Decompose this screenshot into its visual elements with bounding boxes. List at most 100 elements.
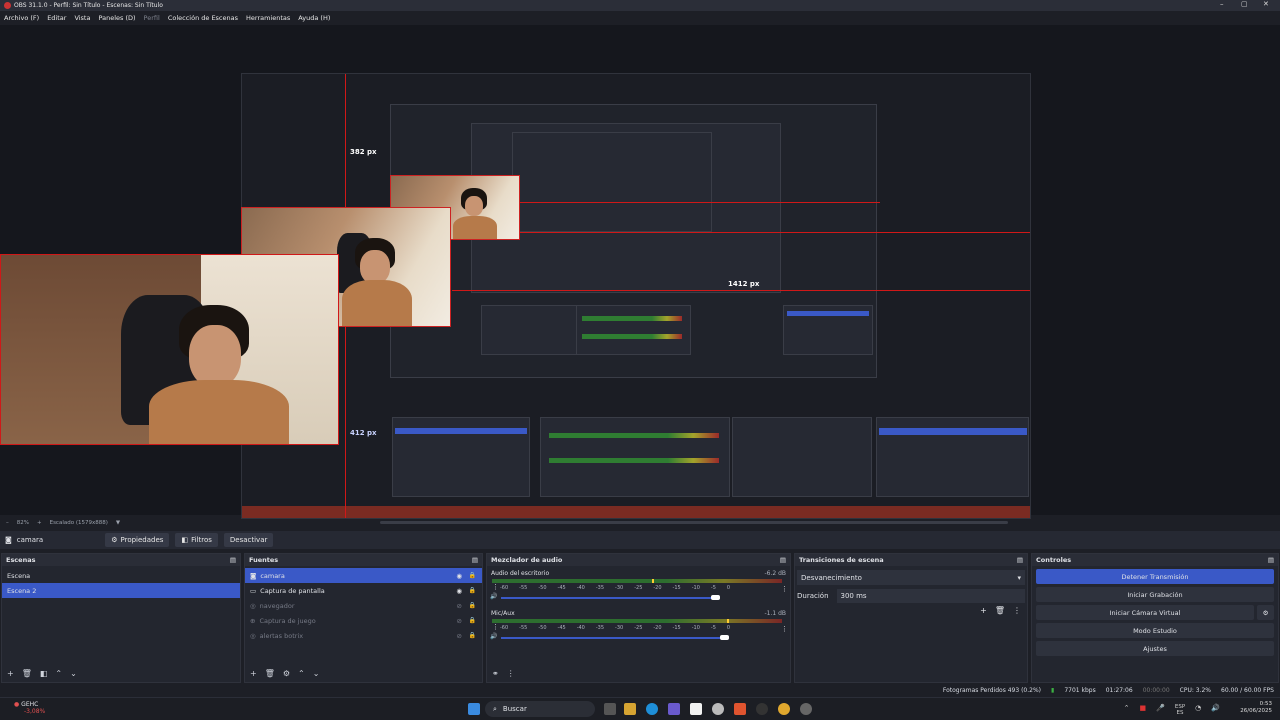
- properties-button[interactable]: ⚙ Propiedades: [105, 533, 170, 547]
- windows-start-icon[interactable]: [468, 703, 480, 715]
- menu-view[interactable]: Vista: [74, 14, 90, 22]
- trash-icon[interactable]: 🗑: [995, 606, 1005, 615]
- volume-slider[interactable]: [501, 637, 725, 639]
- volume-icon[interactable]: 🔊: [1211, 704, 1220, 716]
- eye-icon[interactable]: ◉: [456, 572, 462, 580]
- start-recording-button[interactable]: Iniciar Grabación: [1036, 587, 1274, 602]
- virtual-camera-button[interactable]: Iniciar Cámara Virtual: [1036, 605, 1254, 620]
- scene-item-selected[interactable]: Escena 2: [2, 583, 240, 598]
- brave-icon[interactable]: [734, 703, 746, 715]
- add-icon[interactable]: +: [7, 669, 14, 678]
- speaker-icon[interactable]: 🔊: [490, 593, 497, 600]
- taskbar-search[interactable]: ⌕ Buscar: [485, 701, 595, 717]
- stop-stream-button[interactable]: Detener Transmisión: [1036, 569, 1274, 584]
- stream-time: 01:27:06: [1105, 686, 1133, 694]
- duration-label: Duración: [797, 592, 829, 600]
- menu-profile[interactable]: Perfil: [144, 14, 160, 22]
- volume-knob[interactable]: [720, 635, 730, 640]
- camera-source[interactable]: [0, 254, 339, 445]
- preview-status-row: – 82% + Escalado (1579x888) ▼: [0, 517, 1280, 529]
- kebab-menu-icon[interactable]: ⋮: [492, 583, 499, 591]
- record-icon[interactable]: ■: [1140, 704, 1147, 716]
- menu-scene-collection[interactable]: Colección de Escenas: [168, 14, 238, 22]
- maximize-button[interactable]: ▢: [1241, 0, 1248, 8]
- copilot-icon[interactable]: [668, 703, 680, 715]
- link-icon[interactable]: ⚭: [492, 669, 499, 678]
- menu-docks[interactable]: Paneles (D): [98, 14, 135, 22]
- wifi-icon[interactable]: ◔: [1195, 704, 1201, 716]
- close-button[interactable]: ✕: [1263, 0, 1269, 8]
- menu-help[interactable]: Ayuda (H): [298, 14, 330, 22]
- lock-icon[interactable]: 🔒: [469, 617, 476, 624]
- app-icon[interactable]: [800, 703, 812, 715]
- duration-input[interactable]: 300 ms: [836, 589, 1025, 603]
- trash-icon[interactable]: 🗑: [265, 669, 275, 678]
- channel-menu-icon[interactable]: ⋮: [781, 625, 788, 633]
- task-view-icon[interactable]: [604, 703, 616, 715]
- kebab-menu-icon[interactable]: ⋮: [492, 623, 499, 631]
- chevron-up-icon[interactable]: ⌃: [1124, 704, 1130, 716]
- zoom-plus[interactable]: +: [37, 520, 42, 526]
- edge-icon[interactable]: [646, 703, 658, 715]
- lock-icon[interactable]: 🔒: [469, 572, 476, 579]
- filter-icon: ◧: [181, 536, 189, 544]
- deactivate-button[interactable]: Desactivar: [223, 533, 274, 547]
- window-title: OBS 31.1.0 - Perfil: Sin Título - Escena…: [14, 2, 163, 9]
- settings-button[interactable]: Ajustes: [1036, 641, 1274, 656]
- clock[interactable]: 0:53 26/06/2025: [1240, 701, 1272, 715]
- eye-closed-icon[interactable]: ⊘: [457, 632, 462, 640]
- scene-item[interactable]: Escena: [2, 568, 240, 583]
- up-arrow-icon[interactable]: ⌃: [298, 669, 305, 678]
- zoom-minus[interactable]: –: [6, 520, 9, 526]
- add-icon[interactable]: +: [980, 606, 987, 615]
- source-item[interactable]: ⊕ Captura de juego ⊘ 🔒: [245, 613, 482, 628]
- zoom-level: 82%: [16, 520, 29, 526]
- source-item[interactable]: ▭ Captura de pantalla ◉ 🔒: [245, 583, 482, 598]
- kebab-menu-icon[interactable]: ⋮: [1013, 606, 1021, 615]
- scale-dropdown-icon[interactable]: ▼: [116, 520, 120, 526]
- signal-icon: ▮: [1051, 686, 1055, 694]
- settings-app-icon[interactable]: [712, 703, 724, 715]
- dock-menu-icon: ▤: [1016, 556, 1023, 564]
- source-item[interactable]: ◎ navegador ⊘ 🔒: [245, 598, 482, 613]
- kebab-menu-icon[interactable]: ⋮: [507, 669, 515, 678]
- file-explorer-icon[interactable]: [624, 703, 636, 715]
- eye-closed-icon[interactable]: ⊘: [457, 602, 462, 610]
- studio-mode-button[interactable]: Modo Estudio: [1036, 623, 1274, 638]
- store-icon[interactable]: [690, 703, 702, 715]
- volume-knob[interactable]: [710, 595, 720, 600]
- gear-icon[interactable]: ⚙: [283, 669, 290, 678]
- down-arrow-icon[interactable]: ⌄: [313, 669, 320, 678]
- channel-menu-icon[interactable]: ⋮: [781, 585, 788, 593]
- lock-icon[interactable]: 🔒: [469, 632, 476, 639]
- speaker-icon[interactable]: 🔊: [490, 633, 497, 640]
- filter-icon[interactable]: ◧: [40, 669, 48, 678]
- mic-icon[interactable]: 🎤: [1156, 704, 1165, 716]
- menu-edit[interactable]: Editar: [47, 14, 66, 22]
- chrome-icon[interactable]: [778, 703, 790, 715]
- cpu-usage: CPU: 3.2%: [1179, 686, 1212, 694]
- source-item[interactable]: ◙ camara ◉ 🔒: [245, 568, 482, 583]
- up-arrow-icon[interactable]: ⌃: [55, 669, 62, 678]
- transition-select[interactable]: Desvanecimiento ▾: [797, 570, 1025, 585]
- source-item[interactable]: ◎ alertas botrix ⊘ 🔒: [245, 628, 482, 643]
- lock-icon[interactable]: 🔒: [469, 602, 476, 609]
- volume-slider[interactable]: [501, 597, 715, 599]
- menu-file[interactable]: Archivo (F): [4, 14, 39, 22]
- minimize-button[interactable]: –: [1220, 0, 1224, 8]
- lock-icon[interactable]: 🔒: [469, 587, 476, 594]
- obs-taskbar-icon[interactable]: [756, 703, 768, 715]
- filters-button[interactable]: ◧ Filtros: [175, 533, 218, 547]
- stock-widget[interactable]: ● GEHC -3,08%: [14, 701, 45, 715]
- menu-tools[interactable]: Herramientas: [246, 14, 290, 22]
- trash-icon[interactable]: 🗑: [22, 669, 32, 678]
- preview-area[interactable]: 382 px 412 px 1412 px: [0, 25, 1280, 524]
- add-icon[interactable]: +: [250, 669, 257, 678]
- tick-label: -60: [500, 625, 509, 631]
- lang-indicator[interactable]: ESP ES: [1175, 704, 1185, 716]
- virtual-camera-gear-icon[interactable]: ⚙: [1257, 605, 1274, 620]
- eye-closed-icon[interactable]: ⊘: [457, 617, 462, 625]
- channel-name: Mic/Aux: [491, 610, 515, 617]
- down-arrow-icon[interactable]: ⌄: [70, 669, 77, 678]
- eye-icon[interactable]: ◉: [456, 587, 462, 595]
